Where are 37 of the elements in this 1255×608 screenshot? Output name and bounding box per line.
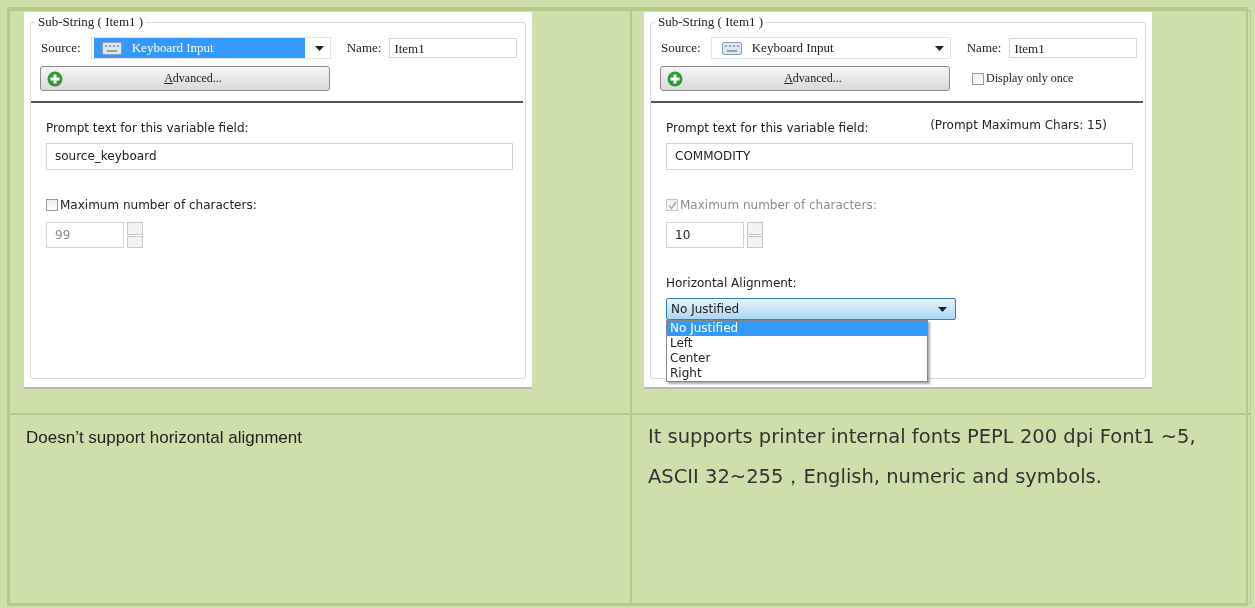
prompt-field[interactable]: source_keyboard xyxy=(46,143,513,170)
source-label: Source: xyxy=(661,40,701,56)
checkbox[interactable] xyxy=(46,199,58,211)
caret-icon xyxy=(314,45,324,51)
caret-icon xyxy=(934,45,944,51)
checkbox-label: Maximum number of characters: xyxy=(680,198,877,212)
name-label: Name: xyxy=(966,40,1002,56)
alignment-dropdown[interactable]: No Justified xyxy=(666,298,956,320)
spin-buttons[interactable] xyxy=(747,222,763,248)
caret-icon xyxy=(938,306,947,312)
group-title: Sub-String ( Item1 ) xyxy=(35,14,147,30)
description-text: It supports printer internal fonts PEPL 200 dpi Font1 ~5, ASCII 32~255，English, numeric and symbols. xyxy=(647,424,1197,490)
prompt-field[interactable]: COMMODITY xyxy=(666,143,1133,170)
description-text: Doesn’t support horizontal alignment xyxy=(25,427,303,449)
prompt-label: Prompt text for this variable field: xyxy=(46,121,249,135)
dropdown-option[interactable]: Center xyxy=(667,351,927,366)
plus-icon xyxy=(667,70,683,87)
name-field[interactable]: Item1 xyxy=(1009,38,1138,58)
spin-buttons[interactable] xyxy=(127,222,143,248)
keyboard-icon xyxy=(101,41,122,55)
advanced-button[interactable]: Advanced... xyxy=(660,66,950,91)
checkbox-label: Display only once xyxy=(986,71,1074,86)
plus-icon xyxy=(47,70,63,87)
prompt-limit-note: (Prompt Maximum Chars: 15) xyxy=(930,118,1107,132)
dropdown-option[interactable]: Right xyxy=(667,366,927,381)
checkbox[interactable] xyxy=(972,72,984,85)
source-label: Source: xyxy=(41,40,81,56)
name-label: Name: xyxy=(346,40,382,56)
alignment-label: Horizontal Alignment: xyxy=(666,276,798,290)
prompt-label: Prompt text for this variable field: xyxy=(666,121,869,135)
advanced-button[interactable]: Advanced... xyxy=(40,66,330,91)
keyboard-icon xyxy=(721,41,742,55)
name-field[interactable]: Item1 xyxy=(389,38,518,58)
dropdown-option[interactable]: Left xyxy=(667,336,927,351)
source-dropdown[interactable]: Keyboard Input xyxy=(710,37,951,59)
group-title: Sub-String ( Item1 ) xyxy=(655,14,767,30)
checkbox-label: Maximum number of characters: xyxy=(60,198,257,212)
